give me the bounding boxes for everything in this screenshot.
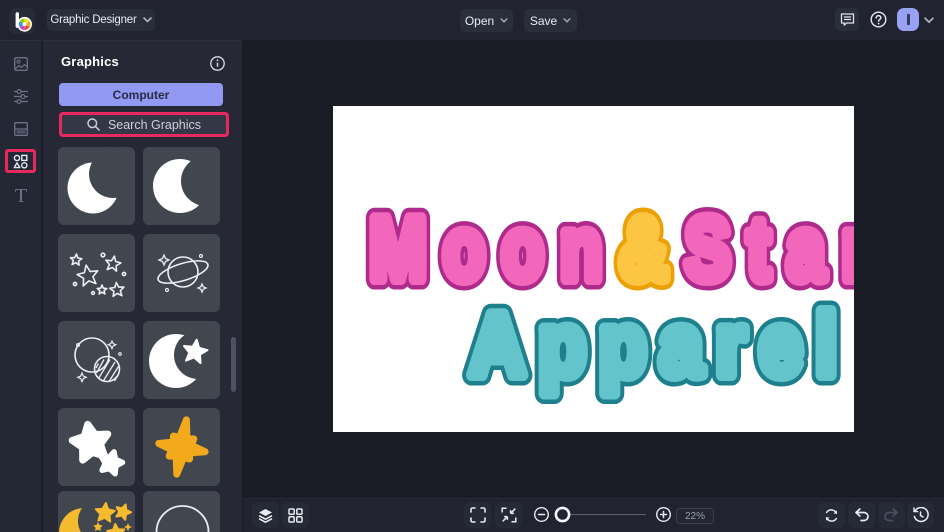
svg-text:Moon&Star: Moon&Star xyxy=(369,200,854,298)
svg-text:Apparel: Apparel xyxy=(469,295,850,394)
